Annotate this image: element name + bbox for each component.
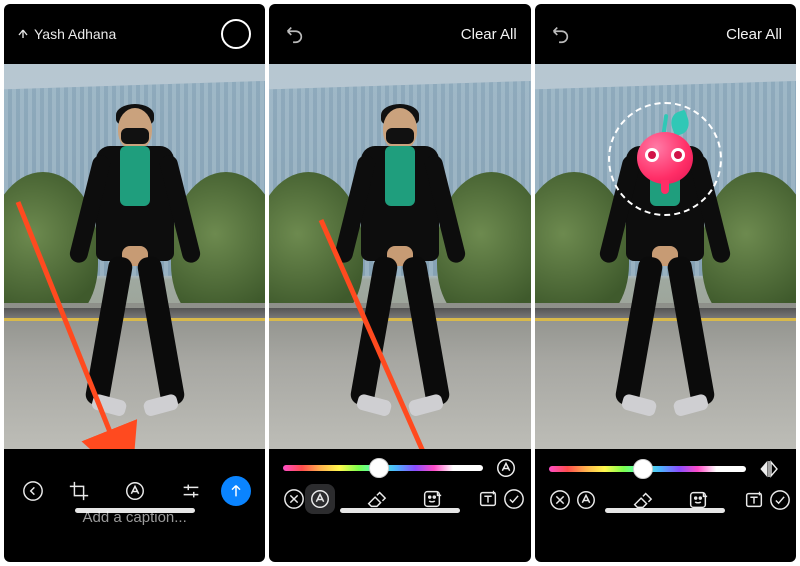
hue-slider[interactable]	[549, 466, 746, 472]
cancel-button[interactable]	[549, 485, 571, 515]
clear-all-button[interactable]: Clear All	[461, 26, 517, 43]
person	[75, 114, 195, 414]
text-icon[interactable]	[739, 485, 769, 515]
markup-pen-icon[interactable]	[571, 485, 601, 515]
crop-icon[interactable]	[64, 476, 94, 506]
panel-compose: Yash Adhana Add a caption...	[4, 4, 265, 562]
photo-preview[interactable]	[4, 64, 265, 449]
person	[605, 114, 725, 414]
confirm-button[interactable]	[503, 484, 525, 514]
recipient-chip[interactable]: Yash Adhana	[18, 26, 116, 42]
clear-all-button[interactable]: Clear All	[726, 26, 782, 43]
pen-style-icon[interactable]	[495, 457, 517, 479]
flip-icon[interactable]	[758, 457, 782, 481]
topbar: Yash Adhana	[4, 4, 265, 64]
color-slider-row	[269, 449, 530, 479]
hue-slider[interactable]	[283, 465, 482, 471]
compose-footer: Add a caption...	[4, 449, 265, 519]
markup-icon[interactable]	[120, 476, 150, 506]
home-indicator[interactable]	[75, 508, 195, 513]
photo-preview[interactable]	[535, 64, 796, 449]
topbar: Clear All	[535, 4, 796, 64]
back-button[interactable]	[18, 476, 48, 506]
adjust-icon[interactable]	[176, 476, 206, 506]
cherry-sticker[interactable]	[631, 114, 699, 188]
send-button[interactable]	[221, 476, 251, 506]
confirm-button[interactable]	[769, 485, 791, 515]
panel-sticker: Clear All	[535, 4, 796, 562]
up-arrow-icon	[18, 29, 28, 39]
toolbar	[4, 463, 265, 519]
person	[340, 114, 460, 414]
panel-markup: Clear All	[269, 4, 530, 562]
markup-toolbar	[535, 481, 796, 519]
home-indicator[interactable]	[605, 508, 725, 513]
topbar: Clear All	[269, 4, 530, 64]
text-icon[interactable]	[473, 484, 503, 514]
hue-thumb[interactable]	[633, 459, 653, 479]
cancel-button[interactable]	[283, 484, 305, 514]
photo-preview[interactable]	[269, 64, 530, 449]
sticker-footer	[535, 449, 796, 519]
undo-button[interactable]	[283, 23, 305, 45]
markup-toolbar	[269, 479, 530, 519]
color-slider-row	[535, 449, 796, 481]
recipient-name: Yash Adhana	[34, 26, 116, 42]
triptych: Yash Adhana Add a caption...	[0, 0, 800, 566]
markup-footer	[269, 449, 530, 519]
hue-thumb[interactable]	[369, 458, 389, 478]
home-indicator[interactable]	[340, 508, 460, 513]
markup-pen-icon[interactable]	[305, 484, 335, 514]
undo-button[interactable]	[549, 23, 571, 45]
shutter-ring-icon[interactable]	[221, 19, 251, 49]
